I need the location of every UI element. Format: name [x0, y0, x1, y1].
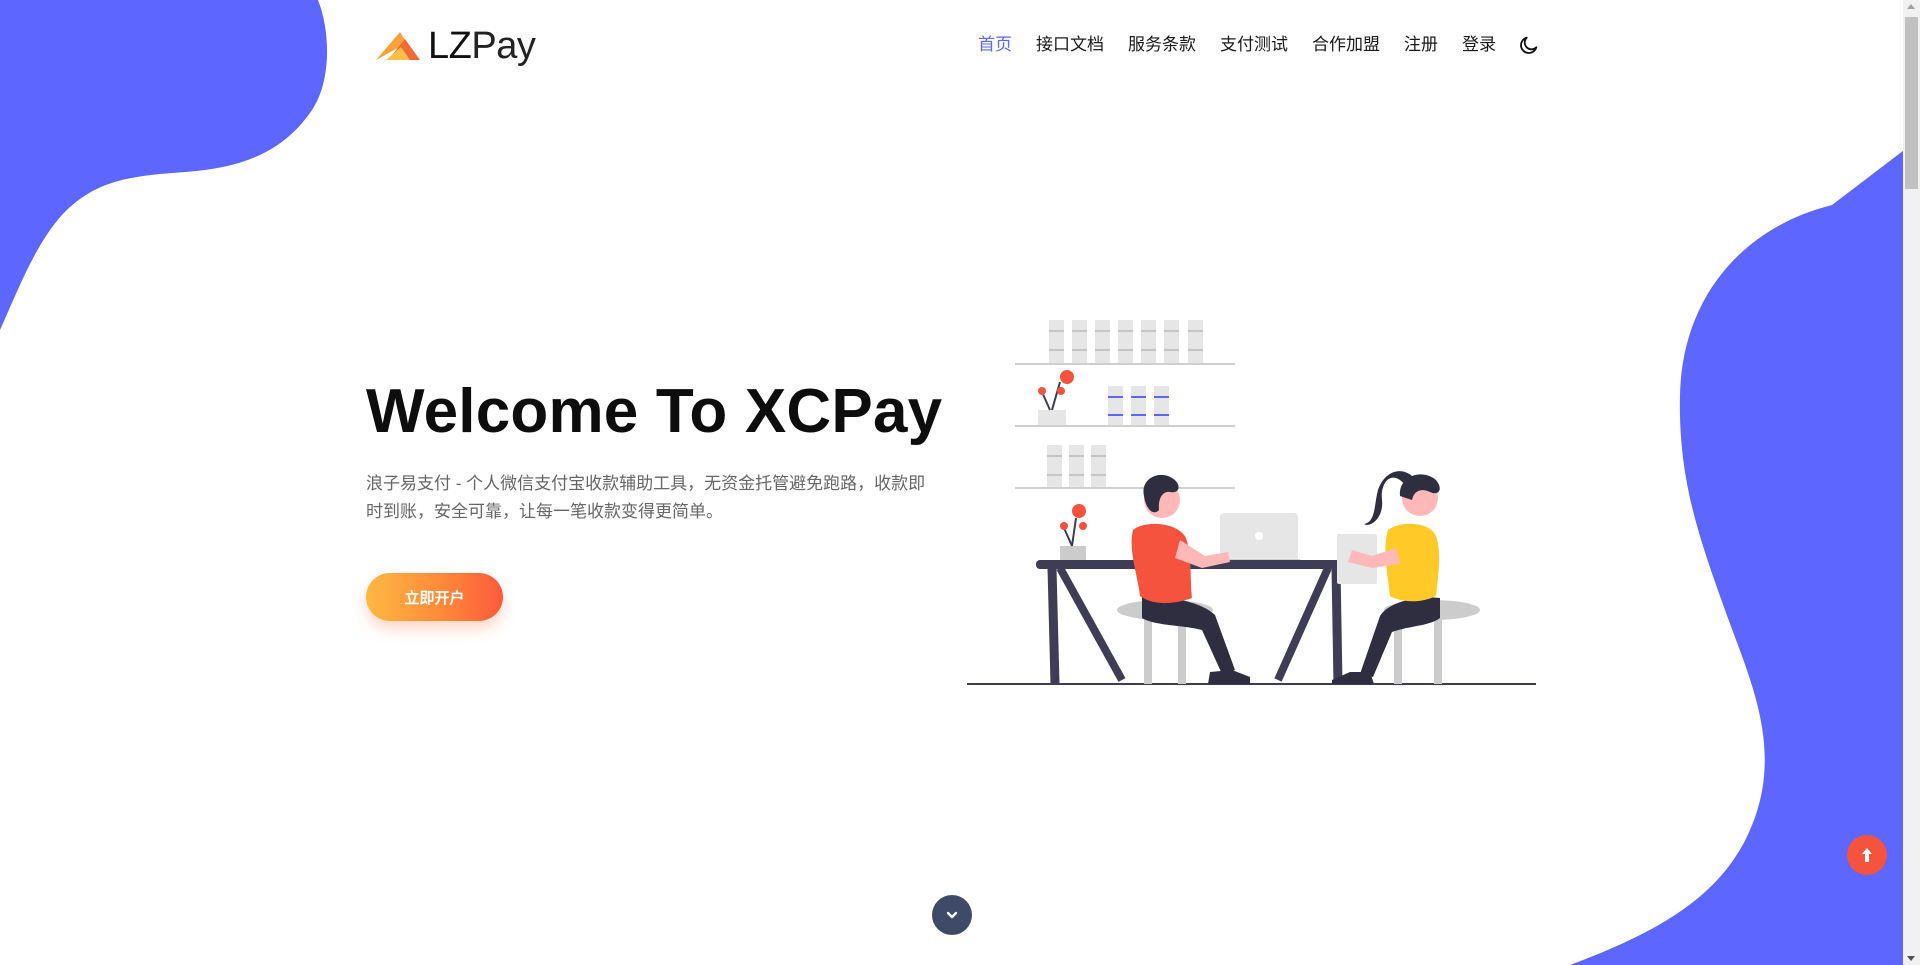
nav-item-partnership[interactable]: 合作加盟	[1312, 30, 1380, 60]
nav-item-payment-test[interactable]: 支付测试	[1220, 30, 1288, 60]
nav-item-terms[interactable]: 服务条款	[1128, 30, 1196, 60]
hero-title: Welcome To XCPay	[366, 377, 943, 446]
person-right	[1332, 471, 1440, 684]
open-account-button[interactable]: 立即开户	[366, 573, 503, 621]
main-nav: 首页 接口文档 服务条款 支付测试 合作加盟 注册 登录	[978, 30, 1540, 60]
table-plant	[1060, 504, 1087, 560]
logo-mark-icon	[376, 32, 420, 60]
nav-item-home[interactable]: 首页	[978, 30, 1012, 60]
page-scrollbar[interactable]	[1903, 0, 1920, 965]
nav-item-api-docs[interactable]: 接口文档	[1036, 30, 1104, 60]
arrow-up-icon	[1862, 848, 1872, 862]
top-shelf-books	[1049, 320, 1203, 363]
hero-description: 浪子易支付 - 个人微信支付宝收款辅助工具，无资金托管避免跑路，收款即时到账，安…	[366, 474, 926, 521]
nav-item-login[interactable]: 登录	[1462, 30, 1496, 60]
background-blob-left	[0, 0, 328, 330]
scrollbar-thumb[interactable]	[1905, 17, 1918, 189]
logo-text-pay: Pay	[471, 25, 536, 67]
chevron-down-icon	[946, 911, 958, 919]
back-to-top-button[interactable]	[1847, 835, 1887, 875]
logo-text: LZPay	[428, 25, 536, 67]
hero-illustration	[967, 320, 1536, 685]
moon-icon	[1520, 36, 1538, 54]
logo-text-lz: LZ	[428, 25, 472, 67]
plant-top	[1038, 370, 1074, 425]
scroll-down-button[interactable]	[932, 895, 972, 935]
scroll-up-arrow-icon[interactable]	[1907, 4, 1915, 9]
bottom-shelf-books	[1047, 445, 1106, 487]
brand-logo[interactable]: LZPay	[374, 24, 536, 68]
nav-item-register[interactable]: 注册	[1404, 30, 1438, 60]
mid-shelf-books	[1108, 386, 1169, 425]
theme-toggle-button[interactable]	[1518, 34, 1540, 56]
scroll-down-arrow-icon[interactable]	[1907, 956, 1915, 961]
